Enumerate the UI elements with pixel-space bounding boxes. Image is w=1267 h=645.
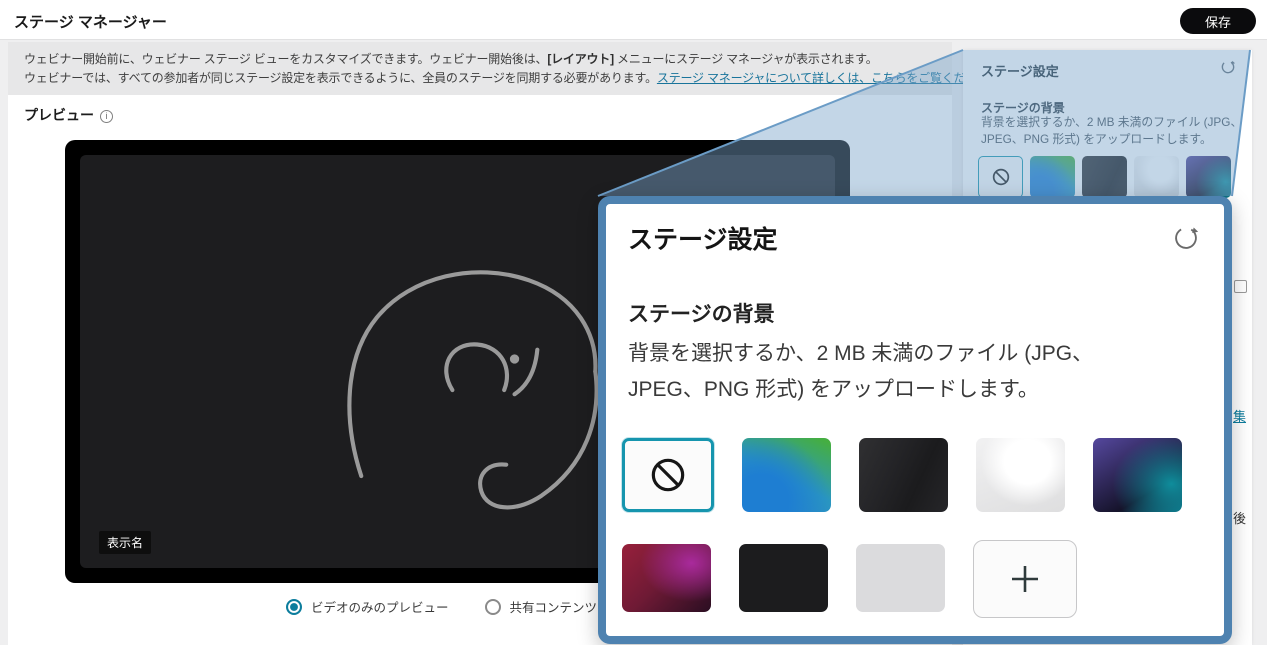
save-button[interactable]: 保存 <box>1180 8 1256 34</box>
desc-line-1: 背景を選択するか、2 MB 未満のファイル (JPG、 <box>981 114 1242 131</box>
radio-video-only-label: ビデオのみのプレビュー <box>311 597 449 616</box>
radio-unselected-icon[interactable] <box>485 599 501 615</box>
prohibition-icon <box>648 455 688 495</box>
preview-heading: プレビュー i <box>24 105 113 125</box>
refresh-icon[interactable] <box>1220 59 1236 75</box>
stage-settings-title: ステージ設定 <box>981 61 1059 80</box>
info-icon[interactable]: i <box>100 110 113 123</box>
popup-background-heading: ステージの背景 <box>628 298 775 328</box>
swatch-blue-green-gradient[interactable] <box>1030 156 1075 198</box>
header: ステージ マネージャー 保存 <box>0 0 1267 40</box>
popup-swatch-light-gray[interactable] <box>856 544 945 612</box>
popup-swatch-row-1 <box>622 438 1182 512</box>
popup-background-description: 背景を選択するか、2 MB 未満のファイル (JPG、 JPEG、PNG 形式)… <box>628 336 1093 408</box>
popup-desc-line-1: 背景を選択するか、2 MB 未満のファイル (JPG、 <box>628 336 1093 372</box>
text-fragment-partial: 後 <box>1233 508 1246 527</box>
swatch-light-swirl[interactable] <box>1134 156 1179 198</box>
popup-refresh-icon[interactable] <box>1172 224 1200 252</box>
edit-link-partial[interactable]: 集 <box>1233 406 1246 425</box>
popup-swatch-black[interactable] <box>739 544 828 612</box>
radio-video-only[interactable]: ビデオのみのプレビュー <box>286 597 449 616</box>
prohibition-icon <box>991 167 1011 187</box>
radio-selected-icon[interactable] <box>286 599 302 615</box>
popup-swatch-blue-green-gradient[interactable] <box>742 438 831 512</box>
popup-swatch-no-background[interactable] <box>622 438 714 512</box>
banner-line-2: ウェビナーでは、すべての参加者が同じステージ設定を表示できるように、全員のステー… <box>24 69 952 88</box>
learn-more-link[interactable]: ステージ マネージャについて詳しくは、こちらをご覧ください。 <box>657 71 1001 85</box>
swatch-no-background[interactable] <box>978 156 1023 198</box>
banner-layout-bold: [レイアウト] <box>547 52 614 66</box>
upload-background-button[interactable] <box>973 540 1077 618</box>
popup-title: ステージ設定 <box>628 220 778 256</box>
desc-line-2: JPEG、PNG 形式) をアップロードします。 <box>981 131 1242 148</box>
stage-background-description: 背景を選択するか、2 MB 未満のファイル (JPG、 JPEG、PNG 形式)… <box>981 114 1242 148</box>
popup-swatch-red-purple-gradient[interactable] <box>622 544 711 612</box>
avatar-eye <box>510 354 519 363</box>
plus-icon <box>1008 562 1042 596</box>
preview-mode-radios: ビデオのみのプレビュー 共有コンテンツのプレビ <box>286 597 647 616</box>
display-name-badge: 表示名 <box>99 531 151 554</box>
stage-manager-page: ステージ マネージャー 保存 ウェビナー開始前に、ウェビナー ステージ ビューを… <box>0 0 1267 645</box>
sync-checkbox-partial[interactable] <box>1234 280 1247 293</box>
avatar-sketch <box>330 243 610 533</box>
stage-settings-zoom-popup: ステージ設定 ステージの背景 背景を選択するか、2 MB 未満のファイル (JP… <box>598 196 1232 644</box>
popup-swatch-dark-wave[interactable] <box>859 438 948 512</box>
banner-line1-text: ウェビナー開始前に、ウェビナー ステージ ビューをカスタマイズできます。ウェビナ… <box>24 52 547 66</box>
popup-desc-line-2: JPEG、PNG 形式) をアップロードします。 <box>628 372 1093 408</box>
page-title: ステージ マネージャー <box>14 11 167 32</box>
popup-swatch-light-swirl[interactable] <box>976 438 1065 512</box>
popup-swatch-row-2 <box>622 540 1077 618</box>
swatch-dark-wave[interactable] <box>1082 156 1127 198</box>
swatch-purple-teal-gradient[interactable] <box>1186 156 1231 198</box>
banner-line1-tail: メニューにステージ マネージャが表示されます。 <box>614 52 878 66</box>
info-banner: ウェビナー開始前に、ウェビナー ステージ ビューをカスタマイズできます。ウェビナ… <box>8 42 952 95</box>
banner-line-1: ウェビナー開始前に、ウェビナー ステージ ビューをカスタマイズできます。ウェビナ… <box>24 50 952 69</box>
banner-line2-text: ウェビナーでは、すべての参加者が同じステージ設定を表示できるように、全員のステー… <box>24 71 657 85</box>
background-swatch-row <box>978 156 1231 198</box>
popup-swatch-purple-teal-gradient[interactable] <box>1093 438 1182 512</box>
preview-heading-text: プレビュー <box>24 107 94 123</box>
